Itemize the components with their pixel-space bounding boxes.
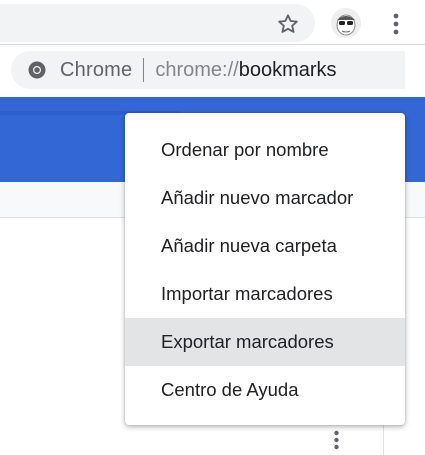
url-host: bookmarks [238, 58, 337, 81]
kebab-icon [333, 430, 339, 450]
avatar-icon [331, 8, 361, 38]
menu-item-import-bookmarks[interactable]: Importar marcadores [125, 270, 405, 318]
bookmark-star-button[interactable] [273, 9, 303, 39]
site-chip-label: Chrome [60, 58, 133, 81]
organize-menu: Ordenar por nombre Añadir nuevo marcador… [125, 113, 405, 425]
address-bar[interactable]: Chrome chrome:// bookmarks [11, 51, 405, 89]
list-more-button[interactable] [327, 428, 345, 452]
browser-toolbar [0, 0, 425, 44]
menu-item-sort-by-name[interactable]: Ordenar por nombre [125, 126, 405, 174]
chrome-icon [28, 61, 46, 79]
menu-item-add-folder[interactable]: Añadir nueva carpeta [125, 222, 405, 270]
chip-separator [143, 58, 145, 82]
url-scheme: chrome:// [155, 58, 239, 81]
address-bar-row: Chrome chrome:// bookmarks [0, 45, 425, 97]
kebab-icon [393, 13, 399, 35]
menu-item-export-bookmarks[interactable]: Exportar marcadores [125, 318, 405, 366]
star-icon [278, 14, 298, 33]
menu-item-help-center[interactable]: Centro de Ayuda [125, 366, 405, 414]
menu-item-add-bookmark[interactable]: Añadir nuevo marcador [125, 174, 405, 222]
browser-menu-button[interactable] [385, 10, 407, 38]
toolbar-pill [0, 4, 315, 42]
profile-avatar[interactable] [331, 8, 361, 38]
